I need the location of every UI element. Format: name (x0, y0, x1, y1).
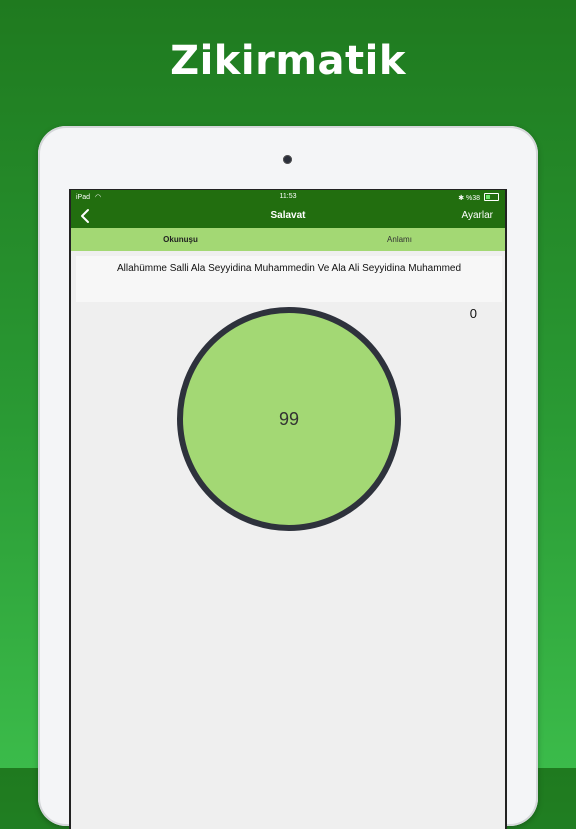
tab-anlami[interactable]: Anlamı (290, 228, 505, 251)
bluetooth-icon: ✱ (458, 195, 465, 202)
battery-icon (484, 193, 499, 201)
status-bar: iPad ◠ 11:53 ✱ %38 (71, 190, 505, 204)
promo-title: Zikirmatik (170, 38, 406, 84)
status-right: ✱ %38 (458, 193, 499, 202)
navigation-bar: Salavat Ayarlar (71, 204, 505, 228)
camera-icon (283, 155, 292, 164)
counter-target: 99 (278, 408, 300, 429)
prayer-text: Allahümme Salli Ala Seyyidina Muhammedin… (116, 263, 462, 274)
counter-value: 0 (469, 306, 477, 321)
settings-button[interactable]: Ayarlar (462, 210, 494, 221)
prayer-card: Allahümme Salli Ala Seyyidina Muhammedin… (76, 256, 502, 302)
segmented-tabs: Okunuşu Anlamı (71, 228, 505, 251)
tab-okunusu[interactable]: Okunuşu (71, 228, 290, 251)
ipad-frame: iPad ◠ 11:53 ✱ %38 Salavat Ayarlar Okunu… (38, 126, 538, 829)
app-screen: iPad ◠ 11:53 ✱ %38 Salavat Ayarlar Okunu… (69, 189, 507, 829)
status-time: 11:53 (279, 193, 297, 200)
counter-button[interactable]: 99 (177, 307, 401, 531)
battery-percent: %38 (466, 195, 481, 202)
page-title: Salavat (270, 210, 306, 221)
